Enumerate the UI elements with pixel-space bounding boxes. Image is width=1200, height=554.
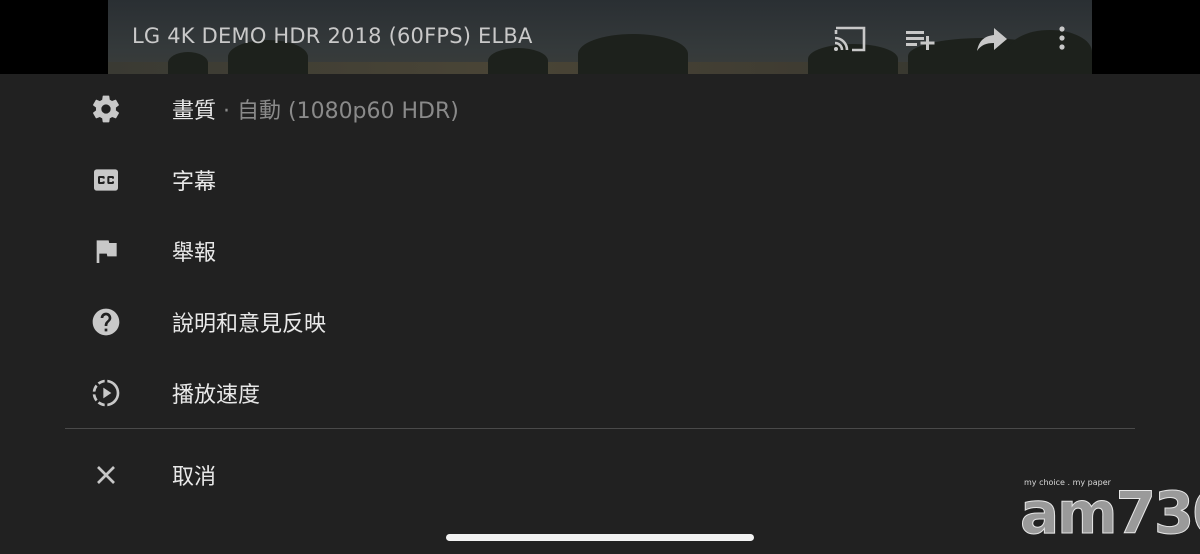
playback-speed-icon: [90, 377, 122, 409]
menu-item-help-feedback[interactable]: 說明和意見反映: [0, 287, 1200, 357]
captions-icon: [90, 164, 122, 196]
help-icon: [90, 306, 122, 338]
close-icon: [90, 459, 122, 491]
menu-item-label: 播放速度: [172, 383, 261, 408]
flag-icon: [90, 235, 122, 267]
video-preview[interactable]: LG 4K DEMO HDR 2018 (60FPS) ELBA: [108, 0, 1092, 74]
video-title: LG 4K DEMO HDR 2018 (60FPS) ELBA: [132, 24, 533, 48]
video-tree: [578, 34, 688, 74]
home-indicator[interactable]: [446, 534, 754, 541]
menu-item-report[interactable]: 舉報: [0, 216, 1200, 286]
menu-item-label: 說明和意見反映: [172, 312, 327, 337]
video-tree: [488, 48, 548, 74]
am730-watermark-logo: my choice . my paper am730: [1018, 474, 1200, 547]
menu-item-label: 字幕: [172, 170, 217, 195]
menu-item-playback-speed[interactable]: 播放速度: [0, 358, 1200, 428]
menu-divider: [65, 428, 1135, 429]
menu-item-captions[interactable]: 字幕: [0, 145, 1200, 215]
more-vertical-icon[interactable]: [1044, 22, 1080, 56]
quality-current-value: · 自動 (1080p60 HDR): [216, 99, 459, 124]
overflow-menu-sheet: 畫質 · 自動 (1080p60 HDR) 字幕 舉報 說明和意見反映 播放速度…: [0, 74, 1200, 554]
menu-item-label: 舉報: [172, 241, 217, 266]
video-tree: [168, 52, 208, 74]
gear-icon: [90, 93, 122, 125]
youtube-player-screen: LG 4K DEMO HDR 2018 (60FPS) ELBA 畫質 · 自動…: [0, 0, 1200, 554]
menu-item-quality[interactable]: 畫質 · 自動 (1080p60 HDR): [0, 74, 1200, 144]
quality-label: 畫質: [172, 99, 217, 124]
share-icon[interactable]: [974, 22, 1010, 56]
add-to-queue-icon[interactable]: [902, 22, 938, 56]
cancel-label: 取消: [172, 465, 217, 490]
watermark-logo-text: am730: [1020, 479, 1200, 547]
cast-icon[interactable]: [832, 22, 868, 56]
menu-item-label: 畫質 · 自動 (1080p60 HDR): [172, 93, 459, 125]
